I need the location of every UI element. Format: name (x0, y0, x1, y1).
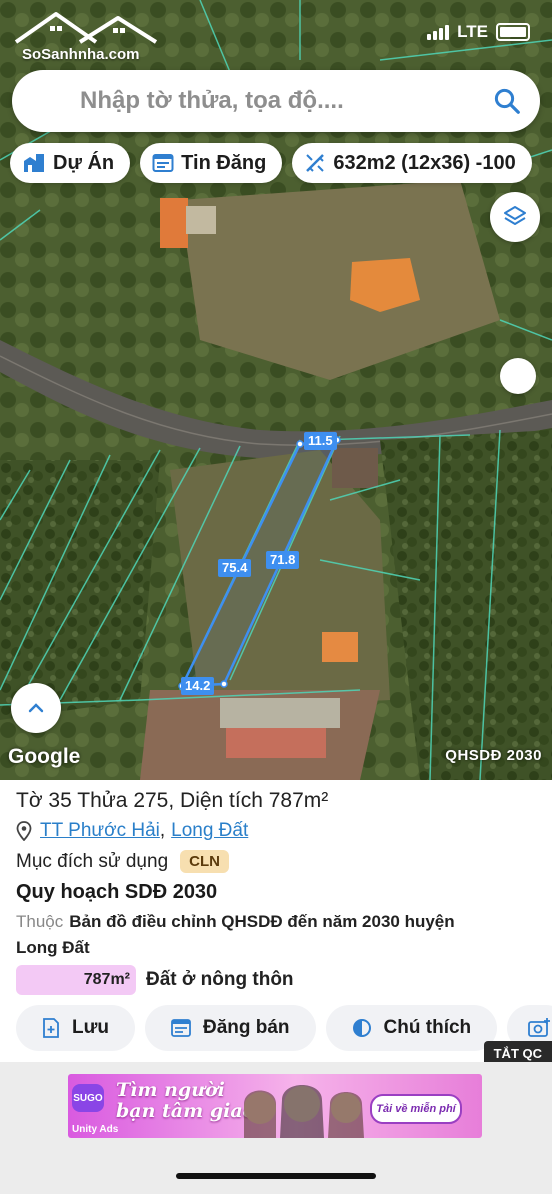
filter-chips: Dự Án Tin Đăng 632m2 (12x36) -100 (10, 143, 532, 183)
ad-headline: Tìm người bạn tâm giao (116, 1080, 255, 1122)
purpose-code-badge: CLN (180, 850, 229, 873)
ad-headline-1: Tìm người (116, 1079, 225, 1101)
plan-source-prefix: Thuộc (16, 912, 64, 931)
ad-cta-button[interactable]: Tải về miễn phí (370, 1094, 462, 1124)
ad-brand-logo: SUGO (72, 1084, 104, 1112)
layers-icon (504, 206, 526, 225)
search-bar[interactable] (12, 70, 540, 132)
google-attribution: Google (8, 745, 81, 768)
map-view[interactable]: SoSanhnha.com LTE Dự Án (0, 0, 552, 780)
status-bar: LTE (427, 22, 530, 42)
plan-title: Quy hoạch SDĐ 2030 (16, 881, 218, 903)
ad-headline-2: bạn tâm giao (116, 1100, 256, 1122)
ad-people-image (244, 1085, 364, 1138)
ad-network-label: Unity Ads (72, 1124, 119, 1135)
ad-area: SUGO Tìm người bạn tâm giao Tải về miễn … (0, 1062, 552, 1194)
home-indicator (176, 1173, 376, 1179)
add-photo-icon (528, 1018, 551, 1037)
buildings-icon (24, 154, 44, 172)
post-listing-button[interactable]: Đăng bán (144, 1005, 316, 1051)
dimension-label-right: 71.8 (266, 551, 300, 569)
layers-button[interactable] (490, 192, 540, 242)
parcel-location: TT Phước Hải , Long Đất (16, 820, 248, 842)
plan-source-text: Bản đồ điều chỉnh QHSDĐ đến năm 2030 huy… (16, 912, 455, 957)
land-use-purpose: Mục đích sử dụng CLN (16, 850, 229, 873)
search-input[interactable] (78, 86, 492, 116)
map-slider-handle[interactable] (500, 358, 536, 394)
legend-label: Chú thích (383, 1017, 472, 1038)
dimension-label-left: 75.4 (218, 559, 252, 577)
ward-link[interactable]: TT Phước Hải (40, 820, 160, 842)
location-separator: , (159, 820, 166, 841)
dimension-label-bottom: 14.2 (181, 677, 215, 695)
listing-icon (171, 1019, 191, 1037)
expand-panel-button[interactable] (11, 683, 61, 733)
location-pin-icon (16, 821, 32, 841)
parcel-info-panel: Tờ 35 Thửa 275, Diện tích 787m² TT Phước… (0, 780, 552, 1062)
legend-button[interactable]: Chú thích (325, 1005, 498, 1051)
zoning-area-row: 787m² Đất ở nông thôn (16, 965, 294, 995)
network-type: LTE (457, 22, 488, 41)
chip-measure-label: 632m2 (12x36) -100 (333, 151, 516, 174)
dimension-label-top: 11.5 (304, 432, 337, 450)
layer-label: QHSDĐ 2030 (445, 747, 542, 764)
save-button[interactable]: Lưu (16, 1005, 135, 1051)
logo-text: SoSanhnha.com (22, 46, 140, 63)
chip-listing-label: Tin Đăng (181, 151, 267, 174)
chip-listing[interactable]: Tin Đăng (140, 143, 283, 183)
zoning-type: Đất ở nông thôn (146, 969, 294, 990)
action-bar: Lưu Đăng bán Chú thích (16, 1005, 552, 1051)
chip-measure[interactable]: 632m2 (12x36) -100 (292, 143, 532, 183)
plan-source: Thuộc Bản đồ điều chỉnh QHSDĐ đến năm 203… (16, 909, 496, 961)
post-listing-label: Đăng bán (202, 1017, 290, 1038)
purpose-label: Mục đích sử dụng (16, 850, 169, 872)
save-label: Lưu (72, 1017, 109, 1038)
zoning-area-bar: 787m² (16, 965, 136, 995)
ad-banner[interactable]: SUGO Tìm người bạn tâm giao Tải về miễn … (68, 1074, 482, 1138)
add-file-icon (43, 1018, 59, 1038)
signal-icon (427, 24, 450, 40)
battery-icon (496, 23, 530, 41)
parcel-title: Tờ 35 Thửa 275, Diện tích 787m² (16, 789, 329, 812)
search-icon[interactable] (492, 86, 522, 116)
chevron-up-icon (28, 703, 44, 713)
district-link[interactable]: Long Đất (171, 820, 248, 842)
chip-project[interactable]: Dự Án (10, 143, 131, 183)
contrast-icon (352, 1019, 371, 1037)
chip-project-label: Dự Án (53, 151, 115, 174)
ruler-icon (306, 154, 325, 172)
listing-icon (152, 154, 174, 172)
